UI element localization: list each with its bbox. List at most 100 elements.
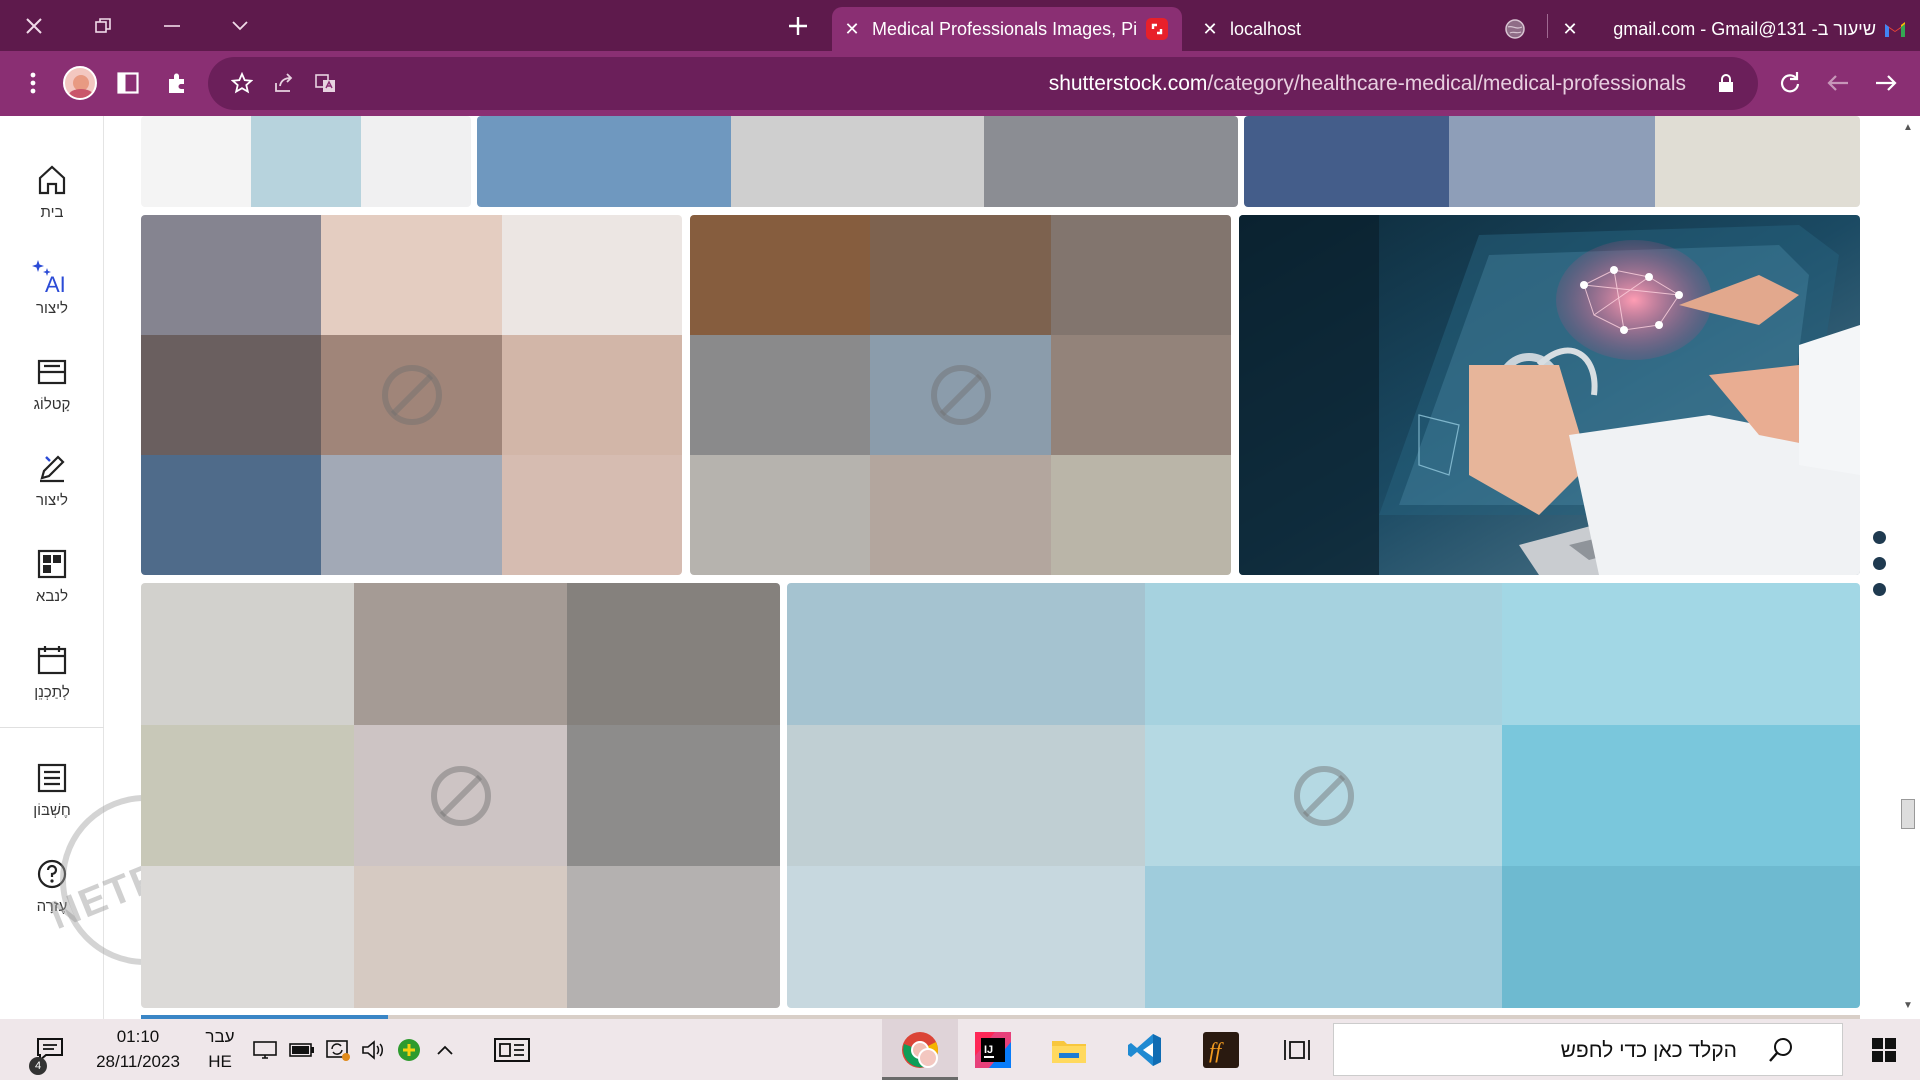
windows-taskbar: 4 01:10 28/11/2023 עבר HE IJ ff הקלד כאן…	[0, 1019, 1920, 1080]
minimize-window-button[interactable]	[144, 0, 200, 51]
pixel-cell	[1654, 116, 1860, 207]
tab-gmail[interactable]: ✕ שיעור ב- 131@gmail.com - Gmail	[1550, 7, 1920, 51]
vertical-scrollbar[interactable]: ▲ ▼	[1896, 116, 1920, 1019]
taskbar-chrome[interactable]	[882, 1019, 958, 1080]
image-tile-blocked[interactable]	[141, 116, 471, 207]
pixel-cell	[501, 335, 682, 455]
taskbar-ff-app[interactable]: ff	[1188, 1019, 1254, 1080]
app-tray-icon[interactable]	[394, 1019, 424, 1080]
profile-avatar-button[interactable]	[58, 61, 102, 105]
share-icon	[275, 73, 293, 92]
sidebar-item-label: חֶשְׁבּוֹן	[33, 802, 71, 819]
tab-shutterstock[interactable]: ✕ Medical Professionals Images, Pi	[832, 7, 1182, 51]
taskbar-intellij[interactable]: IJ	[960, 1019, 1026, 1080]
carousel-dots[interactable]	[1873, 531, 1887, 609]
pixel-cell	[690, 455, 871, 575]
sidebar-item-ai-create[interactable]: AI ליצור	[0, 254, 104, 334]
pixel-cell	[870, 215, 1051, 335]
language-hebrew: עבר	[205, 1027, 235, 1046]
restore-window-button[interactable]	[75, 0, 131, 51]
taskbar-file-explorer[interactable]	[1036, 1019, 1102, 1080]
reload-button[interactable]	[1768, 61, 1812, 105]
pixel-cell	[1502, 866, 1860, 1008]
taskbar-search-box[interactable]: הקלד כאן כדי לחפש	[1333, 1023, 1843, 1076]
sidebar-item-catalog[interactable]: קָטלוֹג	[0, 350, 104, 430]
translate-icon	[315, 74, 335, 92]
image-tile-blocked[interactable]	[690, 215, 1231, 575]
pixel-cell	[690, 215, 871, 335]
scroll-up-arrow-icon[interactable]: ▲	[1902, 122, 1914, 134]
menu-button[interactable]	[11, 61, 55, 105]
scroll-down-arrow-icon[interactable]: ▼	[1902, 1000, 1914, 1012]
calendar-icon	[37, 646, 67, 675]
arrow-right-icon	[1876, 75, 1897, 91]
restore-icon	[95, 17, 111, 33]
forward-button[interactable]	[1864, 61, 1908, 105]
doctor-laptop-brain-photo[interactable]	[1239, 215, 1860, 575]
image-tile-blocked[interactable]	[477, 116, 1238, 207]
pixel-cell	[321, 455, 502, 575]
sidebar-item-edit[interactable]: ליצור	[0, 446, 104, 526]
globe-icon	[1504, 18, 1526, 40]
taskbar-clock[interactable]: 01:10 28/11/2023	[88, 1024, 188, 1074]
windows-start-icon	[1872, 1037, 1896, 1062]
gmail-icon	[1884, 18, 1906, 40]
sidebar-item-predict[interactable]: לנבא	[0, 542, 104, 622]
sync-tray[interactable]	[323, 1019, 353, 1080]
task-view-button[interactable]	[1264, 1019, 1330, 1080]
image-grid	[104, 116, 1900, 1019]
sidebar-item-label: בית	[40, 204, 64, 221]
tab-close-icon[interactable]: ✕	[1190, 19, 1230, 40]
plus-icon	[789, 16, 807, 35]
star-icon	[231, 72, 253, 94]
sidebar-item-home[interactable]: בית	[0, 158, 104, 238]
battery-tray[interactable]	[287, 1019, 317, 1080]
taskbar-vscode[interactable]	[1112, 1019, 1178, 1080]
image-tile-blocked[interactable]	[141, 215, 682, 575]
shutterstock-icon	[1146, 18, 1168, 40]
tab-localhost[interactable]: ✕ localhost	[1190, 7, 1540, 51]
list-icon	[37, 763, 67, 793]
show-hidden-icons-button[interactable]	[430, 1019, 460, 1080]
tab-search-button[interactable]	[212, 0, 268, 51]
url-domain: shutterstock.com	[1048, 72, 1208, 95]
url-text[interactable]: shutterstock.com/category/healthcare-med…	[1049, 57, 1686, 110]
bookmark-star-button[interactable]	[220, 61, 264, 105]
image-tile-blocked[interactable]	[1244, 116, 1860, 207]
news-widget-button[interactable]	[488, 1019, 536, 1080]
blocked-image-icon	[430, 765, 491, 826]
image-tile-blocked[interactable]	[787, 583, 1860, 1008]
new-tab-button[interactable]	[770, 0, 826, 51]
volume-tray[interactable]	[358, 1019, 388, 1080]
minimize-icon	[164, 24, 180, 27]
pagination-dot[interactable]	[1873, 531, 1886, 544]
back-button[interactable]	[1816, 61, 1860, 105]
pixel-cell	[870, 455, 1051, 575]
image-tile-blocked[interactable]	[141, 583, 780, 1008]
pagination-dot[interactable]	[1873, 557, 1886, 570]
pixel-cell	[1050, 335, 1231, 455]
pixel-cell	[501, 215, 682, 335]
pixel-cell	[477, 116, 731, 207]
start-button[interactable]	[1851, 1019, 1917, 1080]
sidebar-item-plan[interactable]: לְתַכְנֵן	[0, 638, 104, 718]
pixel-cell	[141, 116, 251, 207]
network-tray[interactable]	[250, 1019, 280, 1080]
close-window-button[interactable]	[6, 0, 62, 51]
share-button[interactable]	[262, 61, 306, 105]
tab-close-icon[interactable]: ✕	[832, 19, 872, 40]
pagination-dot[interactable]	[1873, 583, 1886, 596]
scrollbar-thumb[interactable]	[1901, 799, 1915, 829]
green-tray-icon	[398, 1038, 420, 1061]
translate-button[interactable]	[304, 61, 348, 105]
address-bar[interactable]: shutterstock.com/category/healthcare-med…	[208, 57, 1758, 110]
blocked-image-icon	[381, 365, 442, 425]
tab-close-icon[interactable]: ✕	[1550, 19, 1590, 40]
chevron-down-icon	[232, 20, 248, 30]
language-indicator[interactable]: עבר HE	[198, 1024, 242, 1074]
chrome-profile-icon	[902, 1031, 938, 1068]
side-panel-button[interactable]	[106, 61, 150, 105]
close-icon	[26, 17, 42, 34]
sidebar-item-label: ליצור	[36, 492, 68, 509]
extensions-button[interactable]	[155, 61, 199, 105]
